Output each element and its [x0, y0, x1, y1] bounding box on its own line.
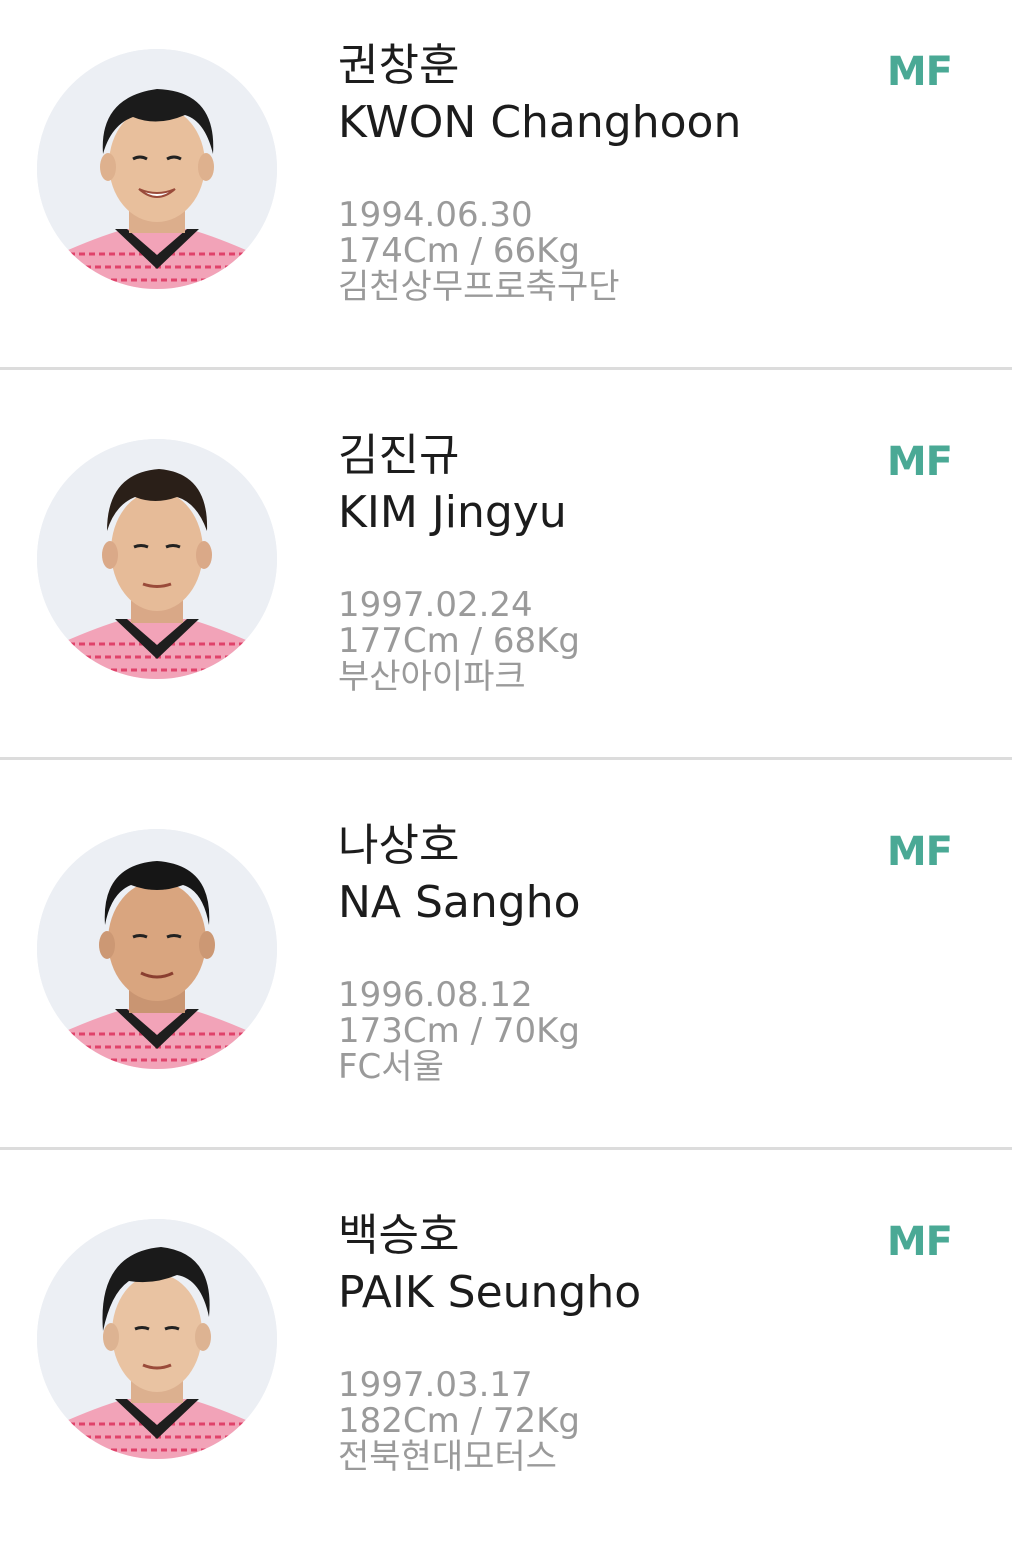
player-name-korean: 김진규 [338, 430, 460, 481]
player-name-english: KWON Changhoon [338, 97, 742, 148]
player-name-korean: 백승호 [338, 1210, 460, 1261]
player-birthdate: 1996.08.12 [338, 975, 533, 1015]
player-birthdate: 1997.02.24 [338, 585, 533, 625]
player-photo [37, 49, 277, 289]
player-name-english: NA Sangho [338, 877, 581, 928]
player-card[interactable]: 백승호 PAIK Seungho 1997.03.17 182Cm / 72Kg… [0, 1170, 1012, 1560]
player-card[interactable]: 권창훈 KWON Changhoon 1994.06.30 174Cm / 66… [0, 0, 1012, 390]
player-photo [37, 439, 277, 679]
player-club: 김천상무프로축구단 [338, 267, 620, 307]
player-birthdate: 1994.06.30 [338, 195, 533, 235]
player-list: 권창훈 KWON Changhoon 1994.06.30 174Cm / 66… [0, 0, 1012, 1513]
player-height-weight: 174Cm / 66Kg [338, 231, 580, 271]
divider [0, 367, 1012, 370]
player-card[interactable]: 나상호 NA Sangho 1996.08.12 173Cm / 70Kg FC… [0, 780, 1012, 1170]
player-height-weight: 182Cm / 72Kg [338, 1401, 580, 1441]
player-height-weight: 177Cm / 68Kg [338, 621, 580, 661]
player-name-english: KIM Jingyu [338, 487, 567, 538]
player-photo [37, 829, 277, 1069]
player-club: 전북현대모터스 [338, 1437, 557, 1477]
position-badge: MF [886, 829, 953, 875]
player-name-korean: 권창훈 [338, 40, 460, 91]
player-name-korean: 나상호 [338, 820, 460, 871]
player-height-weight: 173Cm / 70Kg [338, 1011, 580, 1051]
player-birthdate: 1997.03.17 [338, 1365, 533, 1405]
player-club: FC서울 [338, 1047, 444, 1087]
position-badge: MF [886, 1219, 953, 1265]
player-photo [37, 1219, 277, 1459]
player-club: 부산아이파크 [338, 657, 526, 697]
player-name-english: PAIK Seungho [338, 1267, 642, 1318]
position-badge: MF [886, 439, 953, 485]
divider [0, 757, 1012, 760]
position-badge: MF [886, 49, 953, 95]
divider [0, 1147, 1012, 1150]
player-card[interactable]: 김진규 KIM Jingyu 1997.02.24 177Cm / 68Kg 부… [0, 390, 1012, 780]
